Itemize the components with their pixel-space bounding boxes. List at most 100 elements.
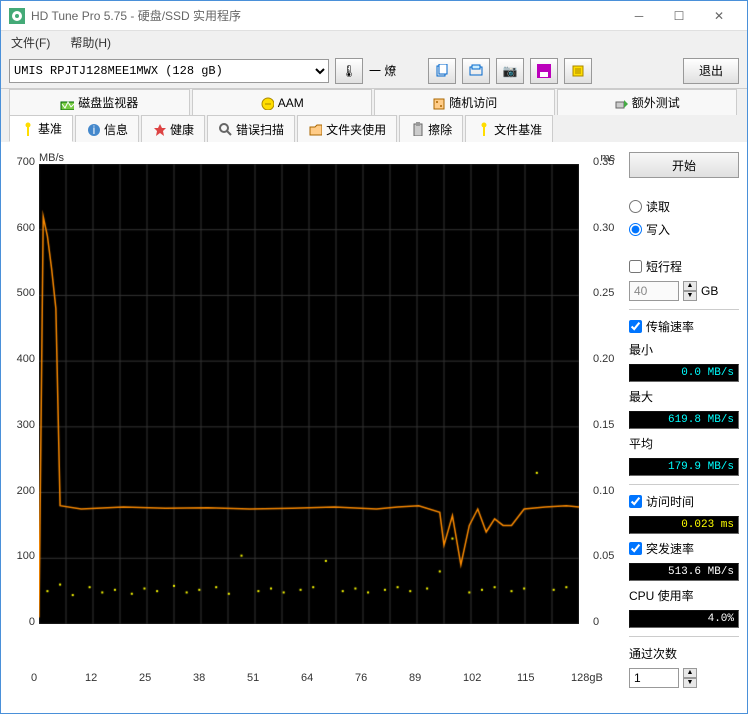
passes-input[interactable]: [629, 668, 679, 688]
max-label: 最大: [629, 388, 739, 405]
min-label: 最小: [629, 341, 739, 358]
spin-up[interactable]: ▲: [683, 281, 697, 291]
read-radio[interactable]: 读取: [629, 198, 739, 215]
copy-screenshot-button[interactable]: [462, 58, 490, 84]
write-radio[interactable]: 写入: [629, 221, 739, 238]
tabs-upper-row: 磁盘监视器AAM随机访问额外测试: [1, 89, 747, 115]
short-stroke-check[interactable]: 短行程: [629, 258, 739, 275]
y-left-unit: MB/s: [39, 152, 64, 164]
chart-area: MB/s ms 7006005004003002001000 0.350.300…: [9, 152, 619, 688]
tab-icon: [410, 122, 424, 136]
x-tick: 51: [247, 672, 259, 684]
tabs-lower-row: 基准i信息健康错误扫描文件夹使用擦除文件基准: [1, 115, 747, 142]
y-right-tick: 0.20: [593, 353, 614, 365]
passes-up[interactable]: ▲: [683, 668, 697, 678]
tab-健康[interactable]: 健康: [141, 115, 205, 142]
tab-额外测试[interactable]: 额外测试: [557, 89, 738, 115]
window-title: HD Tune Pro 5.75 - 硬盘/SSD 实用程序: [31, 7, 619, 24]
copy-info-button[interactable]: [428, 58, 456, 84]
tab-icon: [308, 122, 322, 136]
tab-icon: [260, 96, 274, 110]
menubar: 文件(F) 帮助(H): [1, 31, 747, 53]
close-button[interactable]: ✕: [699, 2, 739, 30]
start-button[interactable]: 开始: [629, 152, 739, 178]
thermometer-icon: 🌡: [341, 64, 356, 78]
min-value: 0.0 MB/s: [629, 364, 739, 382]
camera-icon: 📷: [503, 64, 518, 78]
tab-信息[interactable]: i信息: [75, 115, 139, 142]
x-tick: 128gB: [571, 672, 603, 684]
access-time-check[interactable]: 访问时间: [629, 493, 739, 510]
x-tick: 12: [85, 672, 97, 684]
titlebar: HD Tune Pro 5.75 - 硬盘/SSD 实用程序 ─ ☐ ✕: [1, 1, 747, 31]
y-right-tick: 0: [593, 616, 599, 628]
y-left-tick: 0: [29, 616, 35, 628]
tab-icon: [20, 122, 34, 136]
menu-help[interactable]: 帮助(H): [64, 32, 117, 53]
burst-value: 513.6 MB/s: [629, 563, 739, 581]
options-button[interactable]: [564, 58, 592, 84]
x-tick: 89: [409, 672, 421, 684]
toolbar: UMIS RPJTJ128MEE1MWX (128 gB) 🌡 一 燎 📷 退出: [1, 53, 747, 89]
y-right-tick: 0.25: [593, 287, 614, 299]
y-left-tick: 300: [17, 419, 35, 431]
tab-icon: [218, 122, 232, 136]
x-tick: 102: [463, 672, 481, 684]
tab-文件基准[interactable]: 文件基准: [465, 115, 553, 142]
temperature-button[interactable]: 🌡: [335, 58, 363, 84]
minimize-button[interactable]: ─: [619, 2, 659, 30]
tab-icon: [60, 96, 74, 110]
tab-磁盘监视器[interactable]: 磁盘监视器: [9, 89, 190, 115]
tab-擦除[interactable]: 擦除: [399, 115, 463, 142]
tab-icon: i: [86, 122, 100, 136]
transfer-rate-check[interactable]: 传输速率: [629, 318, 739, 335]
y-left-tick: 200: [17, 485, 35, 497]
x-tick: 76: [355, 672, 367, 684]
access-value: 0.023 ms: [629, 516, 739, 534]
passes-label: 通过次数: [629, 645, 739, 662]
tab-基准[interactable]: 基准: [9, 115, 73, 142]
save-button[interactable]: [530, 58, 558, 84]
x-tick: 115: [517, 672, 535, 684]
tab-错误扫描[interactable]: 错误扫描: [207, 115, 295, 142]
tab-随机访问[interactable]: 随机访问: [374, 89, 555, 115]
y-right-tick: 0.10: [593, 485, 614, 497]
screenshot-button[interactable]: 📷: [496, 58, 524, 84]
menu-file[interactable]: 文件(F): [5, 32, 56, 53]
cpu-value: 4.0%: [629, 610, 739, 628]
tab-icon: [614, 96, 628, 110]
y-right-tick: 0.05: [593, 550, 614, 562]
max-value: 619.8 MB/s: [629, 411, 739, 429]
tab-icon: [476, 122, 490, 136]
tab-icon: [431, 96, 445, 110]
x-tick: 0: [31, 672, 37, 684]
x-tick: 38: [193, 672, 205, 684]
svg-text:i: i: [93, 123, 96, 136]
short-stroke-input[interactable]: [629, 281, 679, 301]
spin-down[interactable]: ▼: [683, 291, 697, 301]
cpu-label: CPU 使用率: [629, 587, 739, 604]
maximize-button[interactable]: ☐: [659, 2, 699, 30]
y-right-tick: 0.15: [593, 419, 614, 431]
burst-rate-check[interactable]: 突发速率: [629, 540, 739, 557]
passes-down[interactable]: ▼: [683, 678, 697, 688]
exit-button[interactable]: 退出: [683, 58, 739, 84]
sidebar: 开始 读取 写入 短行程 ▲▼ GB 传输速率 最小 0.0 MB/s 最大 6…: [619, 152, 739, 688]
x-tick: 25: [139, 672, 151, 684]
app-icon: [9, 8, 25, 24]
temperature-label: 一 燎: [369, 62, 396, 79]
y-left-tick: 400: [17, 353, 35, 365]
y-right-tick: 0.30: [593, 222, 614, 234]
avg-label: 平均: [629, 435, 739, 452]
y-left-tick: 700: [17, 156, 35, 168]
y-right-tick: 0.35: [593, 156, 614, 168]
tab-icon: [152, 122, 166, 136]
y-left-tick: 600: [17, 222, 35, 234]
y-left-tick: 100: [17, 550, 35, 562]
x-tick: 64: [301, 672, 313, 684]
device-select[interactable]: UMIS RPJTJ128MEE1MWX (128 gB): [9, 59, 329, 83]
tab-AAM[interactable]: AAM: [192, 89, 373, 115]
y-left-tick: 500: [17, 287, 35, 299]
tab-文件夹使用[interactable]: 文件夹使用: [297, 115, 397, 142]
benchmark-chart: [39, 164, 579, 624]
